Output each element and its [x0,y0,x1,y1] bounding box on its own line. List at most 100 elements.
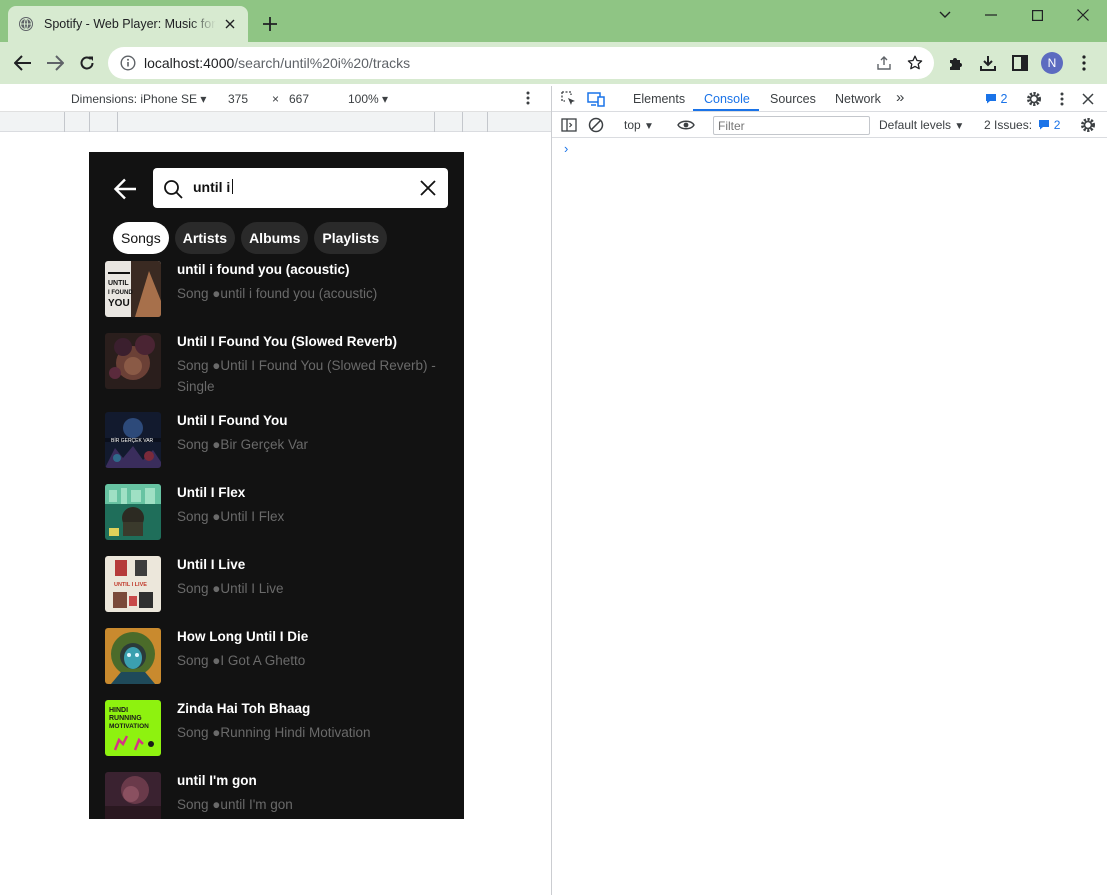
device-toggle-icon[interactable] [587,90,605,108]
track-artwork: BİR GERÇEK VAR [105,412,161,468]
search-input[interactable]: until i [153,168,448,208]
sidebar-toggle-icon[interactable] [560,116,578,134]
url-path: /search/until%20i%20/tracks [234,55,411,71]
maximize-button[interactable] [1014,4,1060,26]
device-width-input[interactable]: 375 [228,92,248,106]
tab-network[interactable]: Network [835,92,881,106]
device-dimensions-select[interactable]: Dimensions: iPhone SE ▾ [71,92,206,106]
chip-albums[interactable]: Albums [241,222,309,254]
share-icon[interactable] [876,55,892,71]
console-settings-gear-icon[interactable] [1079,116,1097,134]
track-row[interactable]: UNTIL I LIVE Until I Live Song ●Until I … [105,555,455,615]
track-subtitle: Song ●Running Hindi Motivation [177,725,371,740]
close-window-button[interactable] [1060,4,1106,26]
reload-icon[interactable] [75,51,99,75]
svg-text:RUNNING: RUNNING [109,715,142,722]
profile-avatar[interactable]: N [1041,52,1063,74]
device-toolbar-menu-icon[interactable] [526,91,530,108]
globe-icon [18,16,34,32]
issues-count: 2 [1053,118,1061,132]
track-title: until I'm gon [177,773,257,788]
track-subtitle: Song ●Until I Flex [177,509,285,524]
track-artwork [105,628,161,684]
chip-artists[interactable]: Artists [174,222,236,254]
tab-search-chevron-icon[interactable] [922,4,968,26]
track-artwork: UNTIL I FOUND YOU [105,261,161,317]
tab-console[interactable]: Console [704,92,750,106]
inspect-element-icon[interactable] [560,90,578,108]
log-levels-select[interactable]: Default levels ▼ [879,118,964,132]
svg-text:HINDI: HINDI [109,707,128,714]
devtools-menu-icon[interactable] [1053,90,1071,108]
track-artwork [105,333,161,389]
chip-songs[interactable]: Songs [113,222,169,254]
track-row[interactable]: Until I Found You (Slowed Reverb) Song ●… [105,332,455,394]
console-prompt[interactable]: › [564,141,568,156]
track-row[interactable]: UNTIL I FOUND YOU until i found you (acous… [105,260,455,320]
media-query-ruler [0,112,551,132]
tab-sources[interactable]: Sources [770,92,816,106]
device-height-input[interactable]: 667 [289,92,309,106]
back-arrow-icon[interactable] [111,175,139,203]
chrome-menu-icon[interactable] [1074,53,1094,73]
issues-label: 2 Issues: [984,118,1033,132]
search-icon [163,179,183,199]
zoom-select[interactable]: 100% ▾ [348,92,388,106]
chip-playlists[interactable]: Playlists [314,222,388,254]
clear-search-icon[interactable] [418,178,438,198]
issues-count-button[interactable]: 2 Issues: 2 [984,118,1060,132]
svg-text:I FOUND: I FOUND [108,290,133,296]
svg-text:BİR GERÇEK VAR: BİR GERÇEK VAR [111,437,154,444]
browser-tab-bar: Spotify - Web Player: Music for everyone [0,0,1107,42]
back-arrow-icon[interactable] [11,51,35,75]
address-bar[interactable]: localhost:4000/search/until%20i%20/track… [108,47,934,79]
zoom-label: 100% [348,92,379,106]
browser-toolbar: localhost:4000/search/until%20i%20/track… [0,42,1107,84]
more-tabs-icon[interactable]: » [896,89,904,106]
track-subtitle: Song ●Until I Live [177,581,284,596]
clear-console-icon[interactable] [587,116,605,134]
side-panel-icon[interactable] [1010,53,1030,73]
track-title: until i found you (acoustic) [177,262,350,277]
track-artwork: UNTIL I LIVE [105,556,161,612]
track-subtitle: Song ●I Got A Ghetto [177,653,306,668]
track-title: Until I Found You (Slowed Reverb) [177,334,398,349]
svg-text:MOTIVATION: MOTIVATION [109,723,149,730]
close-devtools-icon[interactable] [1079,90,1097,108]
track-row[interactable]: until I'm gon Song ●until I'm gon [105,771,455,819]
tab-elements[interactable]: Elements [633,92,685,106]
active-tab-indicator [693,109,759,111]
bookmark-star-icon[interactable] [907,55,923,71]
track-title: Until I Flex [177,485,246,500]
search-query-text: until i [193,179,231,195]
url-text: localhost:4000/search/until%20i%20/track… [144,55,410,71]
info-icon[interactable] [120,55,136,71]
track-row[interactable]: BİR GERÇEK VAR Until I Found You Song ●B… [105,411,455,471]
spotify-mobile-app: until i Songs Artists Albums Playlists U… [89,152,464,819]
track-subtitle: Song ●Bir Gerçek Var [177,437,308,452]
track-title: Until I Live [177,557,246,572]
dimension-times: × [272,92,280,106]
track-subtitle: Song ●until I'm gon [177,797,293,812]
console-filter-input[interactable] [713,116,870,135]
close-tab-icon[interactable] [222,16,238,32]
issues-badge[interactable]: 2 [985,92,1007,106]
track-artwork [105,484,161,540]
track-row[interactable]: How Long Until I Die Song ●I Got A Ghett… [105,627,455,687]
minimize-button[interactable] [968,4,1014,26]
new-tab-button[interactable] [258,12,282,36]
context-select[interactable]: top ▼ [624,118,654,132]
devtools-panel: Elements Console Sources Network » 2 top… [551,86,1107,895]
forward-arrow-icon[interactable] [43,51,67,75]
extensions-puzzle-icon[interactable] [946,53,966,73]
filter-chips: Songs Artists Albums Playlists [113,222,388,254]
track-row[interactable]: HINDI RUNNING MOTIVATION Zinda Hai Toh Bha… [105,699,455,759]
track-title: Zinda Hai Toh Bhaag [177,701,311,716]
track-title: How Long Until I Die [177,629,309,644]
download-icon[interactable] [978,53,998,73]
track-row[interactable]: Until I Flex Song ●Until I Flex [105,483,455,543]
browser-tab[interactable]: Spotify - Web Player: Music for everyone [8,6,248,42]
eye-icon[interactable] [677,116,695,134]
text-caret [232,179,234,194]
settings-gear-icon[interactable] [1025,90,1043,108]
